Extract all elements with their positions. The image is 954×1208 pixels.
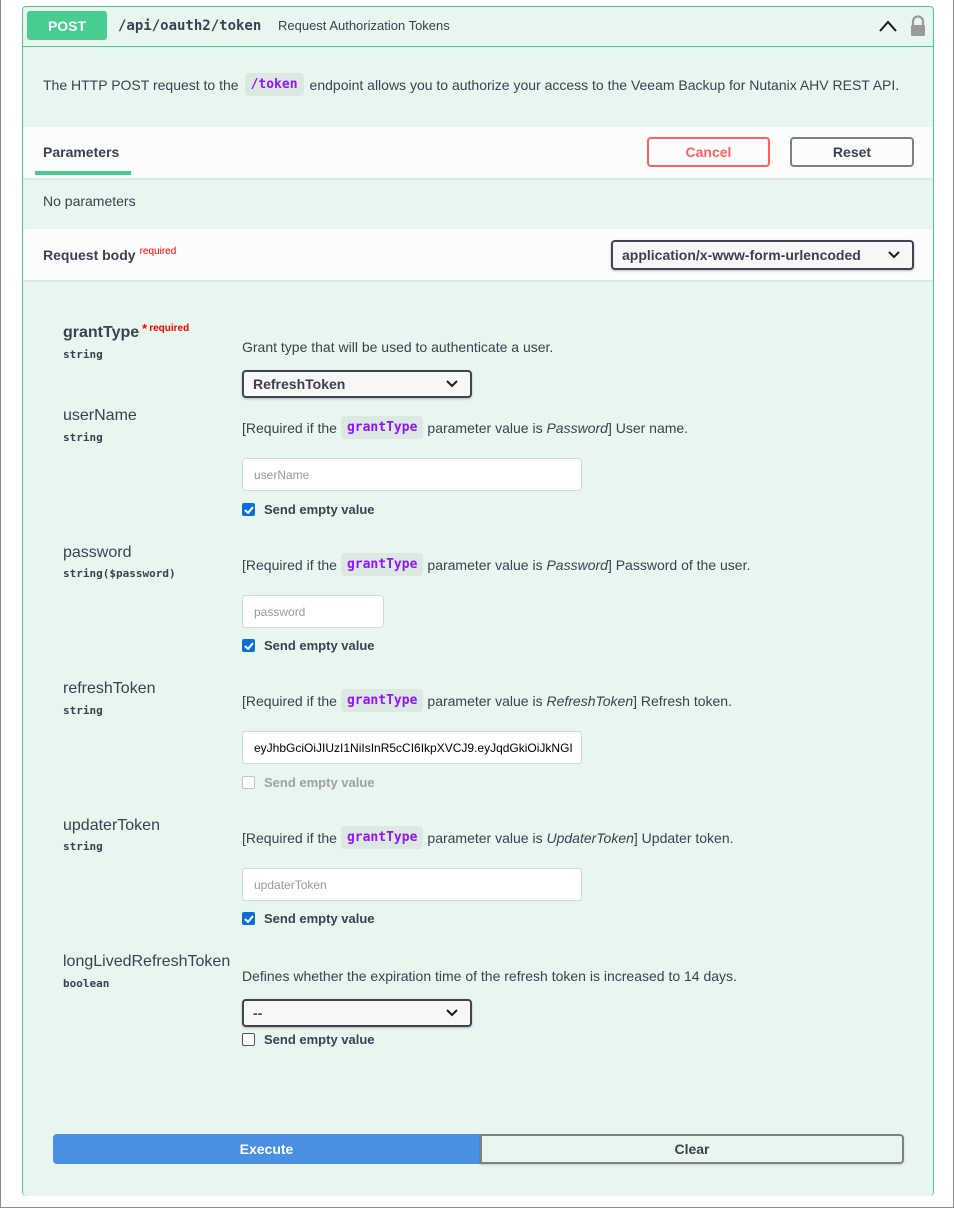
param-type-password: string($password) (63, 567, 176, 580)
desc-italic: Password (546, 419, 608, 436)
chevron-down-icon (446, 1009, 458, 1017)
operation-block: POST /api/oauth2/token Request Authoriza… (22, 6, 934, 1196)
checkbox-unchecked-icon[interactable] (242, 1033, 255, 1046)
desc-mid: parameter value is (427, 419, 543, 436)
desc-before: [Required if the (242, 556, 337, 573)
required-star: * (142, 321, 148, 336)
required-label: required (149, 323, 190, 334)
param-name-granttype: grantType * required (63, 321, 190, 342)
refreshtoken-input[interactable]: eyJhbGciOiJIUzI1NiIsInR5cCI6IkpXVCJ9.eyJ… (242, 731, 582, 764)
refreshtoken-send-empty: Send empty value (242, 775, 375, 790)
clear-button[interactable]: Clear (480, 1134, 904, 1164)
granttype-select[interactable]: RefreshToken (242, 370, 472, 398)
desc-after: ] Password of the user. (607, 556, 751, 573)
request-body-title: Request body required (43, 246, 177, 263)
desc-after: ] User name. (607, 419, 689, 436)
content-type-value: application/x-www-form-urlencoded (622, 247, 861, 263)
param-name-refreshtoken: refreshToken (63, 680, 156, 697)
execute-wrapper: Execute Clear (53, 1134, 904, 1164)
param-name-longlivedrefreshtoken: longLivedRefreshToken (63, 953, 231, 970)
cancel-button[interactable]: Cancel (647, 137, 770, 167)
password-send-empty[interactable]: Send empty value (242, 638, 375, 653)
param-desc-granttype: Grant type that will be used to authenti… (242, 339, 554, 355)
username-input[interactable]: userName (242, 458, 582, 491)
reset-button[interactable]: Reset (790, 137, 914, 167)
param-desc-longlivedrefreshtoken: Defines whether the expiration time of t… (242, 968, 737, 984)
updatertoken-send-empty[interactable]: Send empty value (242, 911, 375, 926)
desc-italic: Password (546, 556, 608, 573)
no-parameters-text: No parameters (43, 193, 136, 209)
updatertoken-input[interactable]: updaterToken (242, 868, 582, 901)
param-type-username: string (63, 431, 103, 444)
param-type-refreshtoken: string (63, 704, 103, 717)
desc-after: ] Updater token. (633, 829, 734, 846)
longlived-value: -- (253, 1005, 263, 1021)
desc-before: [Required if the (242, 829, 337, 846)
desc-code: grantType (340, 416, 424, 439)
chevron-up-icon[interactable] (878, 18, 898, 34)
send-empty-label: Send empty value (264, 638, 375, 653)
param-desc-password: [Required if the grantType parameter val… (242, 553, 750, 576)
request-body-required: required (139, 246, 177, 257)
description-text-after: endpoint allows you to authorize your ac… (309, 76, 900, 93)
chevron-down-icon (446, 380, 458, 388)
lock-icon[interactable] (909, 15, 927, 37)
desc-after: ] Refresh token. (633, 692, 732, 709)
checkbox-checked-icon[interactable] (242, 639, 255, 652)
granttype-label: grantType (63, 324, 140, 341)
send-empty-label: Send empty value (264, 1032, 375, 1047)
description-code: /token (244, 73, 304, 96)
parameters-header: Parameters Cancel Reset (23, 127, 933, 178)
tab-underline (35, 171, 131, 175)
chevron-down-icon (888, 251, 900, 259)
checkbox-checked-icon[interactable] (242, 503, 255, 516)
send-empty-label: Send empty value (264, 502, 375, 517)
endpoint-description: The HTTP POST request to the /token endp… (43, 73, 899, 96)
param-desc-updatertoken: [Required if the grantType parameter val… (242, 826, 734, 849)
desc-mid: parameter value is (427, 556, 543, 573)
endpoint-summary: Request Authorization Tokens (278, 18, 450, 33)
request-body-label: Request body (43, 247, 136, 263)
longlivedrefreshtoken-select[interactable]: -- (242, 999, 472, 1027)
desc-italic: UpdaterToken (546, 829, 634, 846)
param-name-updatertoken: updaterToken (63, 817, 160, 834)
desc-before: [Required if the (242, 419, 337, 436)
desc-code: grantType (340, 826, 424, 849)
content-type-select[interactable]: application/x-www-form-urlencoded (611, 240, 914, 270)
longlived-send-empty[interactable]: Send empty value (242, 1032, 375, 1047)
checkbox-disabled-icon (242, 776, 255, 789)
param-name-password: password (63, 544, 132, 561)
method-badge: POST (27, 11, 107, 40)
param-desc-username: [Required if the grantType parameter val… (242, 416, 688, 439)
send-empty-label: Send empty value (264, 911, 375, 926)
desc-italic: RefreshToken (546, 692, 634, 709)
tab-parameters[interactable]: Parameters (43, 144, 119, 160)
granttype-value: RefreshToken (253, 376, 346, 392)
send-empty-label: Send empty value (264, 775, 375, 790)
desc-mid: parameter value is (427, 692, 543, 709)
param-type-updatertoken: string (63, 840, 103, 853)
param-name-username: userName (63, 407, 137, 424)
password-input[interactable]: password (242, 595, 384, 628)
execute-button[interactable]: Execute (53, 1134, 480, 1164)
description-text-before: The HTTP POST request to the (43, 76, 239, 93)
endpoint-path: /api/oauth2/token (118, 18, 262, 34)
desc-code: grantType (340, 553, 424, 576)
desc-code: grantType (340, 689, 424, 712)
desc-mid: parameter value is (427, 829, 543, 846)
checkbox-checked-icon[interactable] (242, 912, 255, 925)
desc-before: [Required if the (242, 692, 337, 709)
param-type-granttype: string (63, 348, 103, 361)
request-body-header: Request body required application/x-www-f… (23, 229, 933, 280)
param-desc-refreshtoken: [Required if the grantType parameter val… (242, 689, 732, 712)
param-type-longlivedrefreshtoken: boolean (63, 977, 110, 990)
operation-summary[interactable]: POST /api/oauth2/token Request Authoriza… (23, 7, 933, 47)
username-send-empty[interactable]: Send empty value (242, 502, 375, 517)
